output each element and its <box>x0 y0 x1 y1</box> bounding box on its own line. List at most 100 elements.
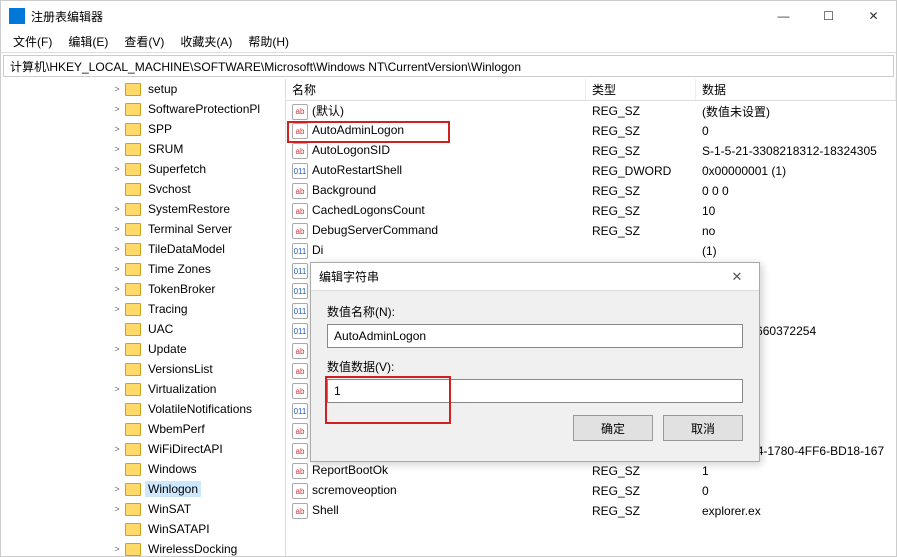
value-row[interactable]: 011Di(1) <box>286 241 896 261</box>
folder-icon <box>125 363 141 376</box>
tree-label: Time Zones <box>145 261 214 277</box>
expander-icon[interactable]: > <box>111 144 123 154</box>
col-type[interactable]: 类型 <box>586 79 696 100</box>
tree-item[interactable]: WbemPerf <box>1 419 285 439</box>
folder-icon <box>125 243 141 256</box>
binary-icon: 011 <box>292 323 308 339</box>
tree-item[interactable]: >Superfetch <box>1 159 285 179</box>
value-data-input[interactable] <box>327 379 743 403</box>
value-row[interactable]: abAutoLogonSIDREG_SZS-1-5-21-3308218312-… <box>286 141 896 161</box>
tree-item[interactable]: > Virtualization <box>1 379 285 399</box>
tree-item[interactable]: WinSATAPI <box>1 519 285 539</box>
tree-item[interactable]: >TileDataModel <box>1 239 285 259</box>
expander-icon[interactable]: > <box>111 544 123 554</box>
app-icon <box>9 8 25 24</box>
value-row[interactable]: abBackgroundREG_SZ0 0 0 <box>286 181 896 201</box>
value-row[interactable]: abDebugServerCommandREG_SZno <box>286 221 896 241</box>
string-icon: ab <box>292 123 308 139</box>
value-row[interactable]: abCachedLogonsCountREG_SZ10 <box>286 201 896 221</box>
menu-help[interactable]: 帮助(H) <box>240 31 297 52</box>
tree-item[interactable]: >SRUM <box>1 139 285 159</box>
col-name[interactable]: 名称 <box>286 79 586 100</box>
tree-item[interactable]: > Time Zones <box>1 259 285 279</box>
expander-icon[interactable]: > <box>111 84 123 94</box>
window-title: 注册表编辑器 <box>31 8 761 25</box>
tree-item[interactable]: VersionsList <box>1 359 285 379</box>
binary-icon: 011 <box>292 283 308 299</box>
tree-item[interactable]: >Update <box>1 339 285 359</box>
value-row[interactable]: abAutoAdminLogonREG_SZ0 <box>286 121 896 141</box>
tree-label: VolatileNotifications <box>145 401 255 417</box>
cancel-button[interactable]: 取消 <box>663 415 743 441</box>
tree-label: SoftwareProtectionPl <box>145 101 263 117</box>
tree-item[interactable]: >SPP <box>1 119 285 139</box>
maximize-button[interactable]: ☐ <box>806 1 851 31</box>
tree-item[interactable]: UAC <box>1 319 285 339</box>
expander-icon[interactable]: > <box>111 204 123 214</box>
expander-icon[interactable]: > <box>111 484 123 494</box>
tree-item[interactable]: >WirelessDocking <box>1 539 285 556</box>
menu-favorites[interactable]: 收藏夹(A) <box>172 31 240 52</box>
expander-icon[interactable]: > <box>111 164 123 174</box>
expander-icon[interactable]: > <box>111 124 123 134</box>
value-name: AutoAdminLogon <box>312 123 404 137</box>
value-name-label: 数值名称(N): <box>327 303 743 320</box>
minimize-button[interactable]: — <box>761 1 806 31</box>
folder-icon <box>125 303 141 316</box>
expander-icon[interactable]: > <box>111 444 123 454</box>
expander-icon[interactable]: > <box>111 384 123 394</box>
dialog-close-button[interactable]: ✕ <box>723 269 751 285</box>
tree-item[interactable]: VolatileNotifications <box>1 399 285 419</box>
expander-icon[interactable]: > <box>111 344 123 354</box>
value-name-input[interactable] <box>327 324 743 348</box>
tree-item[interactable]: >WiFiDirectAPI <box>1 439 285 459</box>
expander-icon[interactable]: > <box>111 244 123 254</box>
value-name: Di <box>312 243 323 257</box>
binary-icon: 011 <box>292 303 308 319</box>
menu-file[interactable]: 文件(F) <box>5 31 60 52</box>
string-icon: ab <box>292 203 308 219</box>
value-row[interactable]: ab(默认)REG_SZ(数值未设置) <box>286 101 896 121</box>
tree-item[interactable]: >setup <box>1 79 285 99</box>
tree-label: WinSATAPI <box>145 521 213 537</box>
close-button[interactable]: ✕ <box>851 1 896 31</box>
col-data[interactable]: 数据 <box>696 79 896 100</box>
expander-icon[interactable]: > <box>111 264 123 274</box>
tree-item[interactable]: >Terminal Server <box>1 219 285 239</box>
folder-icon <box>125 143 141 156</box>
value-data: 10 <box>696 203 896 219</box>
expander-icon[interactable]: > <box>111 504 123 514</box>
string-icon: ab <box>292 223 308 239</box>
list-header: 名称 类型 数据 <box>286 79 896 101</box>
string-icon: ab <box>292 423 308 439</box>
tree-item[interactable]: Svchost <box>1 179 285 199</box>
string-icon: ab <box>292 483 308 499</box>
tree-item[interactable]: >Tracing <box>1 299 285 319</box>
expander-icon[interactable]: > <box>111 284 123 294</box>
tree-item[interactable]: >TokenBroker <box>1 279 285 299</box>
tree-item[interactable]: Windows <box>1 459 285 479</box>
string-icon: ab <box>292 503 308 519</box>
value-row[interactable]: abShellREG_SZexplorer.ex <box>286 501 896 521</box>
registry-tree[interactable]: >setup>SoftwareProtectionPl>SPP>SRUM>Sup… <box>1 79 286 556</box>
tree-item[interactable]: > SoftwareProtectionPl <box>1 99 285 119</box>
folder-icon <box>125 383 141 396</box>
address-bar[interactable]: 计算机\HKEY_LOCAL_MACHINE\SOFTWARE\Microsof… <box>3 55 894 77</box>
value-row[interactable]: 011AutoRestartShellREG_DWORD0x00000001 (… <box>286 161 896 181</box>
tree-label: VersionsList <box>145 361 216 377</box>
menu-edit[interactable]: 编辑(E) <box>60 31 116 52</box>
value-row[interactable]: abReportBootOkREG_SZ1 <box>286 461 896 481</box>
expander-icon[interactable]: > <box>111 304 123 314</box>
tree-item[interactable]: >Winlogon <box>1 479 285 499</box>
expander-icon[interactable]: > <box>111 224 123 234</box>
tree-label: Virtualization <box>145 381 219 397</box>
tree-item[interactable]: >SystemRestore <box>1 199 285 219</box>
tree-item[interactable]: >WinSAT <box>1 499 285 519</box>
menu-view[interactable]: 查看(V) <box>116 31 172 52</box>
folder-icon <box>125 523 141 536</box>
expander-icon[interactable]: > <box>111 104 123 114</box>
value-row[interactable]: abscremoveoptionREG_SZ0 <box>286 481 896 501</box>
ok-button[interactable]: 确定 <box>573 415 653 441</box>
binary-icon: 011 <box>292 243 308 259</box>
value-data: 0 0 0 <box>696 183 896 199</box>
